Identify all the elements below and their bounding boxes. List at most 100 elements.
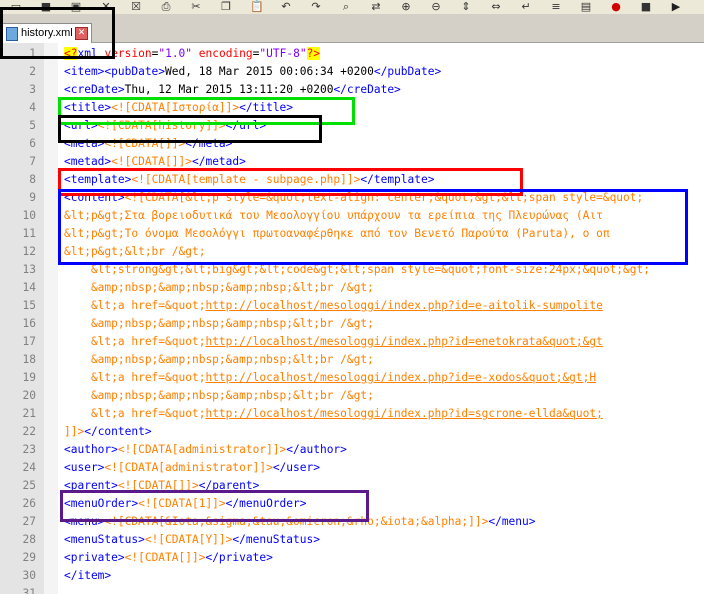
code-token: <creDate>: [64, 83, 125, 96]
highlight-box-content: [58, 189, 688, 265]
line-number: 5: [29, 119, 36, 132]
code-token: &amp;nbsp;&amp;nbsp;&amp;nbsp;&lt;br /&g…: [64, 317, 374, 330]
code-token: </item>: [64, 569, 112, 582]
line-number: 21: [22, 407, 36, 420]
code-token: &amp;nbsp;&amp;nbsp;&amp;nbsp;&lt;br /&g…: [64, 281, 374, 294]
code-line[interactable]: 18 &amp;nbsp;&amp;nbsp;&amp;nbsp;&lt;br …: [0, 351, 704, 369]
code-line[interactable]: 19 &lt;a href=&quot;http://localhost/mes…: [0, 369, 704, 387]
code-line[interactable]: 17 &lt;a href=&quot;http://localhost/mes…: [0, 333, 704, 351]
code-token: &amp;nbsp;&amp;nbsp;&amp;nbsp;&lt;br /&g…: [64, 353, 374, 366]
zoom-in-icon[interactable]: ⊕: [400, 1, 412, 13]
code-token: &amp;nbsp;&amp;nbsp;&amp;nbsp;&lt;br /&g…: [64, 389, 374, 402]
code-line[interactable]: 20 &amp;nbsp;&amp;nbsp;&amp;nbsp;&lt;br …: [0, 387, 704, 405]
line-code: &lt;a href=&quot;http://localhost/mesolo…: [64, 369, 596, 387]
code-line[interactable]: 29 <private><![CDATA[]]></private>: [0, 549, 704, 567]
sync-v-icon[interactable]: ⇕: [460, 1, 472, 13]
find-icon[interactable]: ⌕: [340, 1, 352, 13]
wrap-icon[interactable]: ↵: [520, 1, 532, 13]
line-number: 17: [22, 335, 36, 348]
code-line[interactable]: 31: [0, 585, 704, 594]
code-token: </menu>: [488, 515, 536, 528]
code-token: </menuStatus>: [232, 533, 320, 546]
sync-h-icon[interactable]: ⇔: [490, 1, 502, 13]
line-code: <item><pubDate>Wed, 18 Mar 2015 00:06:34…: [64, 63, 441, 81]
code-token: <metad>: [64, 155, 112, 168]
line-code: <user><![CDATA[administrator]]></user>: [64, 459, 320, 477]
code-token: <author>: [64, 443, 118, 456]
line-number: 16: [22, 317, 36, 330]
line-number: 6: [29, 137, 36, 150]
zoom-out-icon[interactable]: ⊖: [430, 1, 442, 13]
code-token: <![CDATA[administrator]]>: [104, 461, 273, 474]
highlight-icon[interactable]: ▤: [580, 1, 592, 13]
code-token: ?>: [306, 47, 321, 60]
code-token: ]]>: [64, 425, 85, 438]
line-number: 11: [22, 227, 36, 240]
line-number: 22: [22, 425, 36, 438]
play-icon[interactable]: ▶: [670, 1, 682, 13]
line-number: 8: [29, 173, 36, 186]
highlight-box-url: [58, 115, 322, 143]
line-code: &lt;a href=&quot;http://localhost/mesolo…: [64, 333, 603, 351]
close-all-icon[interactable]: ☒: [130, 1, 142, 13]
code-token: Thu, 12 Mar 2015 13:11:20 +0200: [124, 83, 334, 96]
line-number: 10: [22, 209, 36, 222]
record-icon[interactable]: ●: [610, 1, 622, 13]
highlight-box-tab: [0, 7, 115, 59]
code-line[interactable]: 22 ]]></content>: [0, 423, 704, 441]
code-line[interactable]: 28 <menuStatus><![CDATA[Y]]></menuStatus>: [0, 531, 704, 549]
print-icon[interactable]: ⎙: [160, 1, 172, 13]
code-line[interactable]: 30 </item>: [0, 567, 704, 585]
code-token: http://localhost/mesologgi/index.php?id=…: [205, 371, 597, 384]
code-token: http://localhost/mesologgi/index.php?id=…: [205, 299, 603, 312]
code-line[interactable]: 14 &amp;nbsp;&amp;nbsp;&amp;nbsp;&lt;br …: [0, 279, 704, 297]
line-code: &amp;nbsp;&amp;nbsp;&amp;nbsp;&lt;br /&g…: [64, 315, 374, 333]
code-token: &lt;a href=&quot;: [64, 335, 206, 348]
code-token: <private>: [64, 551, 125, 564]
code-token: </pubDate>: [373, 65, 442, 78]
cut-icon[interactable]: ✂: [190, 1, 202, 13]
line-number: 24: [22, 461, 36, 474]
code-line[interactable]: 16 &amp;nbsp;&amp;nbsp;&amp;nbsp;&lt;br …: [0, 315, 704, 333]
code-token: <![CDATA[administrator]]>: [117, 443, 287, 456]
code-token: Wed, 18 Mar 2015 00:06:34 +0200: [165, 65, 374, 78]
undo-icon[interactable]: ↶: [280, 1, 292, 13]
code-token: "UTF-8": [259, 47, 307, 60]
code-line[interactable]: 24 <user><![CDATA[administrator]]></user>: [0, 459, 704, 477]
line-number: 4: [29, 101, 36, 114]
redo-icon[interactable]: ↷: [310, 1, 322, 13]
replace-icon[interactable]: ⇄: [370, 1, 382, 13]
line-code: &amp;nbsp;&amp;nbsp;&amp;nbsp;&lt;br /&g…: [64, 279, 374, 297]
code-line[interactable]: 2 <item><pubDate>Wed, 18 Mar 2015 00:06:3…: [0, 63, 704, 81]
code-line[interactable]: 23 <author><![CDATA[administrator]]></aut…: [0, 441, 704, 459]
code-token: </private>: [205, 551, 273, 564]
line-number: 9: [29, 191, 36, 204]
line-number: 7: [29, 155, 36, 168]
line-number: 27: [22, 515, 36, 528]
line-code: &amp;nbsp;&amp;nbsp;&amp;nbsp;&lt;br /&g…: [64, 351, 374, 369]
line-number: 14: [22, 281, 36, 294]
line-number: 12: [22, 245, 36, 258]
code-token: </content>: [84, 425, 152, 438]
highlight-box-menu-order: [60, 490, 369, 522]
code-token: <![CDATA[]]>: [111, 155, 192, 168]
paste-icon[interactable]: 📋: [250, 1, 264, 13]
line-code: &lt;a href=&quot;http://localhost/mesolo…: [64, 405, 603, 423]
line-code: <menuStatus><![CDATA[Y]]></menuStatus>: [64, 531, 320, 549]
code-line[interactable]: 15 &lt;a href=&quot;http://localhost/mes…: [0, 297, 704, 315]
code-token: encoding: [198, 47, 253, 60]
line-number: 28: [22, 533, 36, 546]
code-token: </metad>: [191, 155, 246, 168]
line-code: <private><![CDATA[]]></private>: [64, 549, 273, 567]
stop-icon[interactable]: ■: [640, 1, 652, 13]
code-line[interactable]: 21 &lt;a href=&quot;http://localhost/mes…: [0, 405, 704, 423]
line-number: 19: [22, 371, 36, 384]
line-number: 26: [22, 497, 36, 510]
indent-icon[interactable]: ≡: [550, 1, 562, 13]
code-token: <user>: [64, 461, 105, 474]
code-token: &lt;a href=&quot;: [64, 371, 206, 384]
copy-icon[interactable]: ❐: [220, 1, 232, 13]
code-token: http://localhost/mesologgi/index.php?id=…: [205, 407, 603, 420]
line-number: 31: [22, 587, 36, 594]
code-token: </author>: [286, 443, 347, 456]
